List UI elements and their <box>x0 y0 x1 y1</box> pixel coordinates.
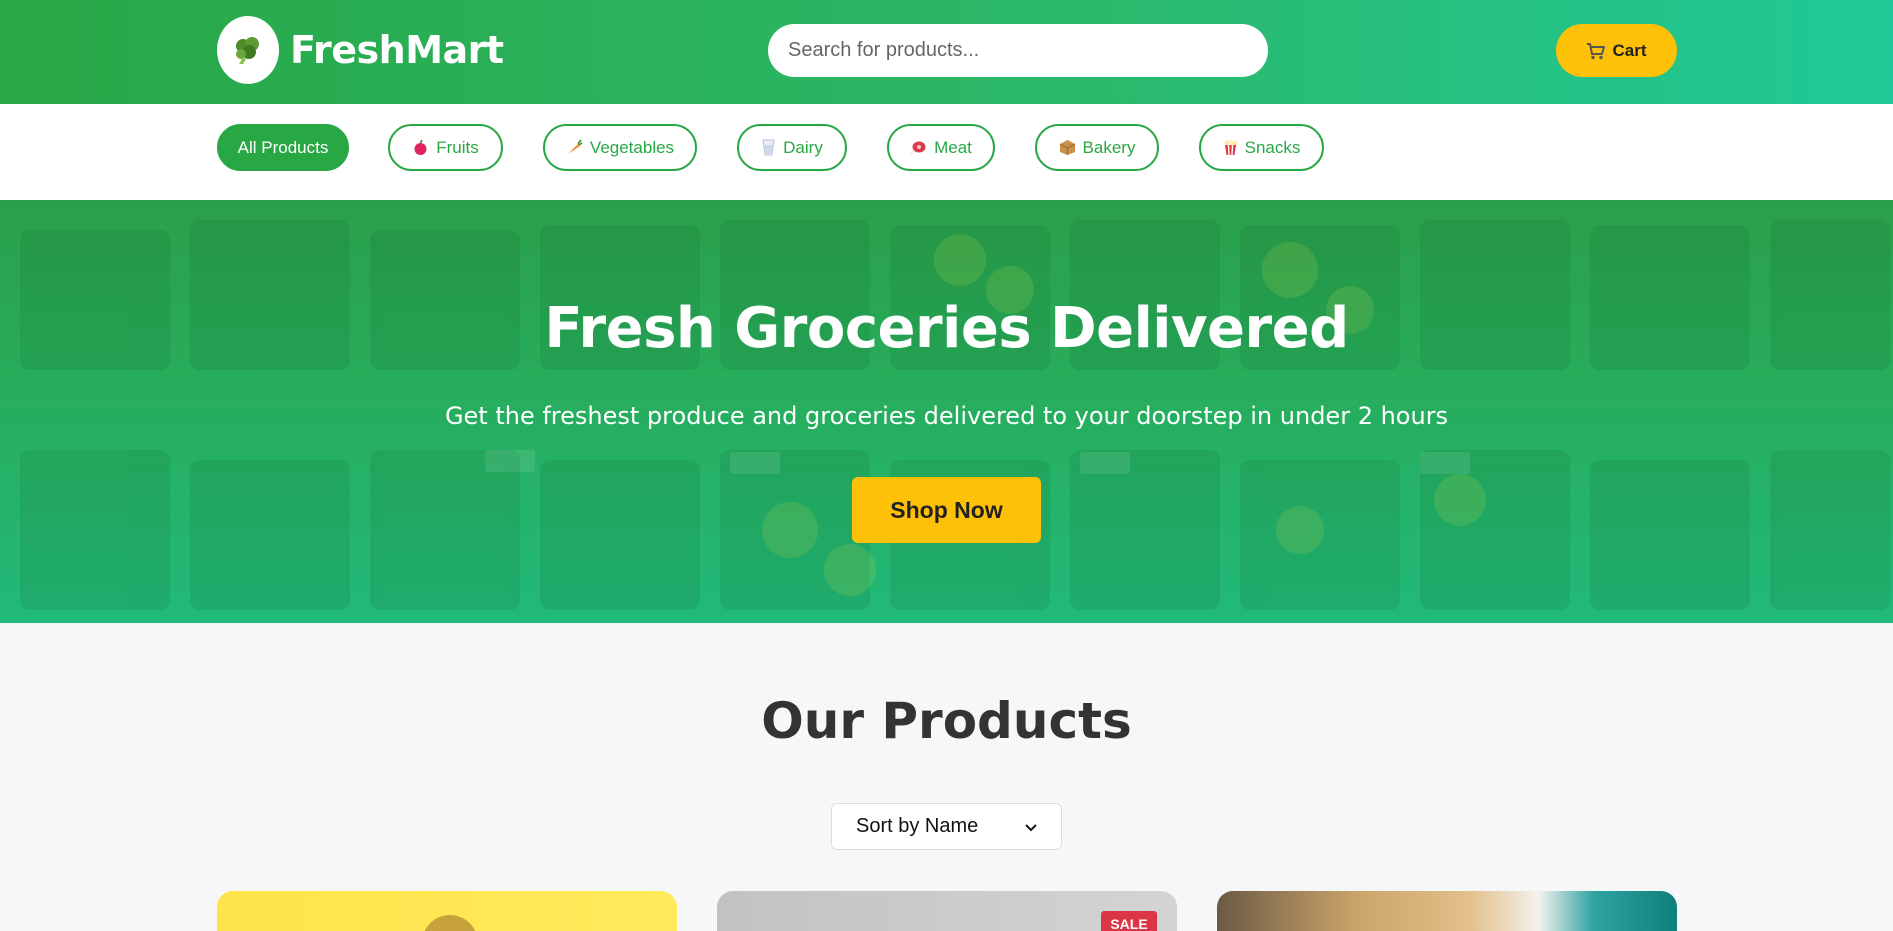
category-vegetables[interactable]: Vegetables <box>543 124 697 171</box>
hero-title: Fresh Groceries Delivered <box>544 296 1349 361</box>
category-label: Vegetables <box>589 137 675 157</box>
brand-name: FreshMart <box>290 28 504 72</box>
milk-glass-icon <box>761 139 776 156</box>
category-label: Bakery <box>1082 137 1136 157</box>
sort-selected-value: Sort by Name <box>856 815 979 837</box>
chevron-down-icon <box>1025 815 1037 838</box>
hero-banner: Fresh Groceries Delivered Get the freshe… <box>0 200 1893 623</box>
site-header: FreshMart Cart <box>0 0 1893 104</box>
hero-subtitle: Get the freshest produce and groceries d… <box>444 402 1449 430</box>
category-label: All Products <box>237 137 329 157</box>
meat-icon <box>910 139 927 156</box>
category-fruits[interactable]: Fruits <box>388 124 503 171</box>
broccoli-icon <box>217 16 279 84</box>
product-card[interactable]: SALE <box>717 891 1177 931</box>
category-bakery[interactable]: Bakery <box>1035 124 1159 171</box>
category-all-products[interactable]: All Products <box>217 124 349 171</box>
popcorn-icon <box>1223 139 1238 156</box>
carrot-icon <box>566 139 583 156</box>
category-meat[interactable]: Meat <box>887 124 995 171</box>
category-nav: All Products Fruits Vegetables Dairy Mea… <box>0 104 1893 200</box>
cart-label: Cart <box>1612 40 1647 60</box>
category-snacks[interactable]: Snacks <box>1199 124 1324 171</box>
category-label: Fruits <box>436 137 479 157</box>
box-icon <box>1059 139 1076 156</box>
cart-icon <box>1586 42 1606 60</box>
category-label: Dairy <box>783 137 823 157</box>
sale-badge: SALE <box>1101 911 1157 931</box>
category-label: Meat <box>934 137 972 157</box>
category-dairy[interactable]: Dairy <box>737 124 847 171</box>
products-heading: Our Products <box>761 692 1132 750</box>
product-image <box>1217 891 1677 931</box>
shop-now-button[interactable]: Shop Now <box>852 477 1041 543</box>
product-card[interactable] <box>217 891 677 931</box>
product-card[interactable] <box>1217 891 1677 931</box>
brand-logo[interactable]: FreshMart <box>217 16 504 84</box>
search-input[interactable] <box>768 24 1268 77</box>
sort-select[interactable]: Sort by Name <box>831 803 1062 850</box>
category-label: Snacks <box>1244 137 1301 157</box>
apple-icon <box>412 139 429 156</box>
product-image <box>422 915 478 931</box>
cart-button[interactable]: Cart <box>1556 24 1677 77</box>
